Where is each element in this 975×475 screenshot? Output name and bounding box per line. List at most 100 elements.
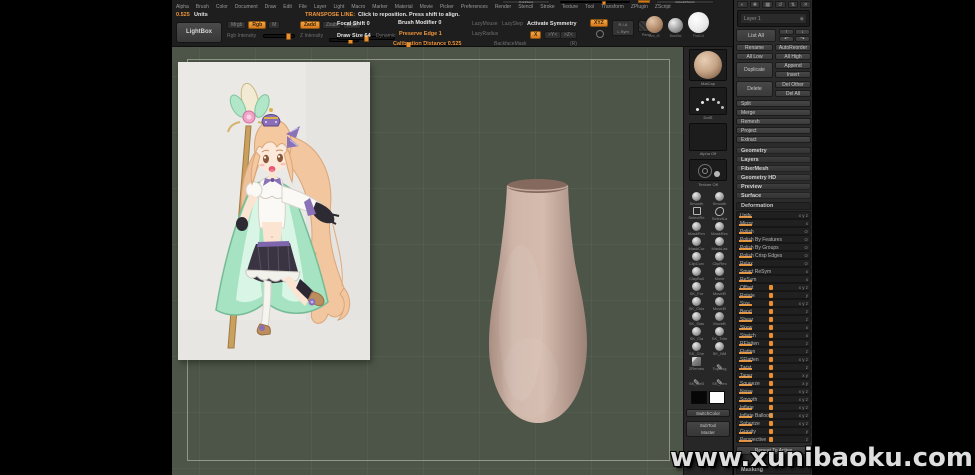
slider-handle[interactable]	[769, 349, 773, 354]
slider-axis-flags[interactable]: x y z	[799, 357, 808, 362]
subtool-master-button[interactable]: SubTool Master	[686, 421, 730, 437]
palette-icon[interactable]: ▦	[762, 1, 773, 8]
lazyradius-label[interactable]: LazyRadius	[472, 31, 498, 37]
palette-section-header[interactable]: Preview	[736, 183, 811, 190]
menu-item[interactable]: Stencil	[518, 4, 533, 10]
deformation-slider[interactable]: Offset x y z	[736, 283, 811, 291]
insert-button[interactable]: Insert	[775, 71, 811, 78]
subtool-arrow-button[interactable]: ↷	[795, 36, 810, 42]
brush-thumb[interactable]: MoveEl	[708, 296, 731, 311]
palette-icon[interactable]: ✕	[800, 1, 811, 8]
deformation-slider[interactable]: Polish By Groups ⊙	[736, 243, 811, 251]
append-button[interactable]: Append	[775, 62, 811, 69]
current-alpha-thumb[interactable]	[689, 123, 727, 151]
menu-item[interactable]: Edit	[283, 4, 292, 10]
menu-item[interactable]: ZScript	[655, 4, 671, 10]
deformation-slider[interactable]: RFlatten z	[736, 339, 811, 347]
list-all-button[interactable]: List All	[736, 29, 776, 42]
slider-handle[interactable]	[769, 429, 773, 434]
brush-thumb[interactable]: ZRemes	[685, 356, 708, 371]
slider-axis-flags[interactable]: z	[806, 365, 808, 370]
brush-thumb[interactable]: MoveEl	[708, 281, 731, 296]
symmetry-x-button[interactable]: X	[530, 31, 541, 39]
symmetry-y-button[interactable]: >Y<	[544, 31, 561, 39]
autoreorder-button[interactable]: AutoReorder	[775, 44, 811, 51]
brush-thumb[interactable]: ClipCurv	[685, 251, 708, 266]
quick-slider[interactable]	[560, 1, 630, 3]
palette-icon[interactable]: ⇅	[788, 1, 799, 8]
subtool-action-button[interactable]: Remesh	[736, 118, 811, 125]
material-sphere-icon[interactable]	[688, 12, 709, 33]
del-other-button[interactable]: Del Other	[775, 81, 811, 88]
slider-handle[interactable]	[769, 365, 773, 370]
current-stroke-thumb[interactable]	[689, 87, 727, 115]
palette-icon[interactable]: ✚	[750, 1, 761, 8]
del-all-button[interactable]: Del All	[775, 90, 811, 97]
lsym-button[interactable]: R.I.A L.Sym	[612, 20, 634, 36]
subtool-action-button[interactable]: Extract	[736, 136, 811, 143]
menu-item[interactable]: Preferences	[461, 4, 488, 10]
slider-axis-flags[interactable]: x y z	[799, 301, 808, 306]
material-sphere-icon[interactable]	[646, 16, 663, 33]
brush-thumb[interactable]: SK_Fur	[685, 281, 708, 296]
subtool-action-button[interactable]: Merge	[736, 109, 811, 116]
slider-axis-flags[interactable]: x	[806, 325, 808, 330]
brush-thumb[interactable]: SK_Trim	[708, 326, 731, 341]
material-preset[interactable]: BasMat	[668, 18, 683, 38]
slider-axis-flags[interactable]: x y z	[799, 397, 808, 402]
slider-handle[interactable]	[769, 325, 773, 330]
paint-mode-button[interactable]: M	[268, 21, 280, 29]
deformation-slider[interactable]: Polish Crisp Edges ⊙	[736, 251, 811, 259]
brush-thumb[interactable]: SelectRe	[685, 206, 708, 221]
slider-handle[interactable]	[286, 33, 291, 40]
sculpt-mode-button[interactable]: Zadd	[300, 21, 320, 29]
slider-axis-flags[interactable]: x	[806, 333, 808, 338]
switch-color-button[interactable]: SwitchColor	[686, 409, 730, 417]
menu-item[interactable]: Transform	[601, 4, 624, 10]
subtool-arrow-button[interactable]: ↑	[779, 29, 794, 35]
menu-item[interactable]: Texture	[562, 4, 578, 10]
brush-thumb[interactable]: SK_Che	[685, 341, 708, 356]
deformation-slider[interactable]: Gravity y	[736, 427, 811, 435]
brush-thumb[interactable]: SK_Chis	[685, 296, 708, 311]
brush-thumb[interactable]: Move	[708, 266, 731, 281]
brush-thumb[interactable]: Smooth	[685, 191, 708, 206]
deformation-slider[interactable]: Inflate x y z	[736, 403, 811, 411]
rename-button[interactable]: Rename	[736, 44, 773, 51]
menu-item[interactable]: Brush	[196, 4, 209, 10]
slider-axis-flags[interactable]: y	[806, 293, 808, 298]
material-preset[interactable]: Arc_M	[646, 16, 663, 38]
brush-thumb[interactable]: Smooth	[708, 191, 731, 206]
slider-axis-flags[interactable]: z	[806, 317, 808, 322]
quick-chip[interactable]	[638, 0, 650, 3]
viewport[interactable]	[172, 47, 683, 475]
menu-item[interactable]: File	[299, 4, 307, 10]
palette-icon[interactable]: ◐	[737, 1, 748, 8]
paint-mode-button[interactable]: Mrgb	[227, 21, 246, 29]
slider-axis-flags[interactable]: x	[806, 269, 808, 274]
deformation-slider[interactable]: Smooth x y z	[736, 395, 811, 403]
slider-handle[interactable]	[769, 373, 773, 378]
secondary-color-swatch[interactable]	[709, 391, 725, 404]
menu-item[interactable]: Color	[216, 4, 228, 10]
material-preset[interactable]: FlatCol	[688, 12, 709, 38]
slider-axis-flags[interactable]: x y z	[799, 405, 808, 410]
paint-mode-button[interactable]: Rgb	[248, 21, 266, 29]
deformation-slider[interactable]: Unify x y z	[736, 211, 811, 219]
deformation-slider[interactable]: Spherize x y z	[736, 419, 811, 427]
radial-symmetry-icon[interactable]	[596, 30, 604, 38]
slider-axis-flags[interactable]: x y z	[799, 213, 808, 218]
slider-handle[interactable]	[769, 285, 773, 290]
slider-axis-flags[interactable]: y	[806, 429, 808, 434]
menu-item[interactable]: Material	[395, 4, 413, 10]
slider-axis-flags[interactable]: z	[806, 341, 808, 346]
deformation-slider[interactable]: Flatten z	[736, 347, 811, 355]
slider-handle[interactable]	[769, 381, 773, 386]
deformation-slider[interactable]: Shear z	[736, 315, 811, 323]
subtool-list[interactable]: Layer 1 ◉	[737, 10, 810, 27]
lazystep-label[interactable]: LazyStep	[502, 21, 523, 27]
slider-handle[interactable]	[769, 293, 773, 298]
palette-section-header[interactable]: Geometry	[736, 147, 811, 154]
subtool-arrow-button[interactable]: ↶	[779, 36, 794, 42]
menu-item[interactable]: Stroke	[540, 4, 554, 10]
